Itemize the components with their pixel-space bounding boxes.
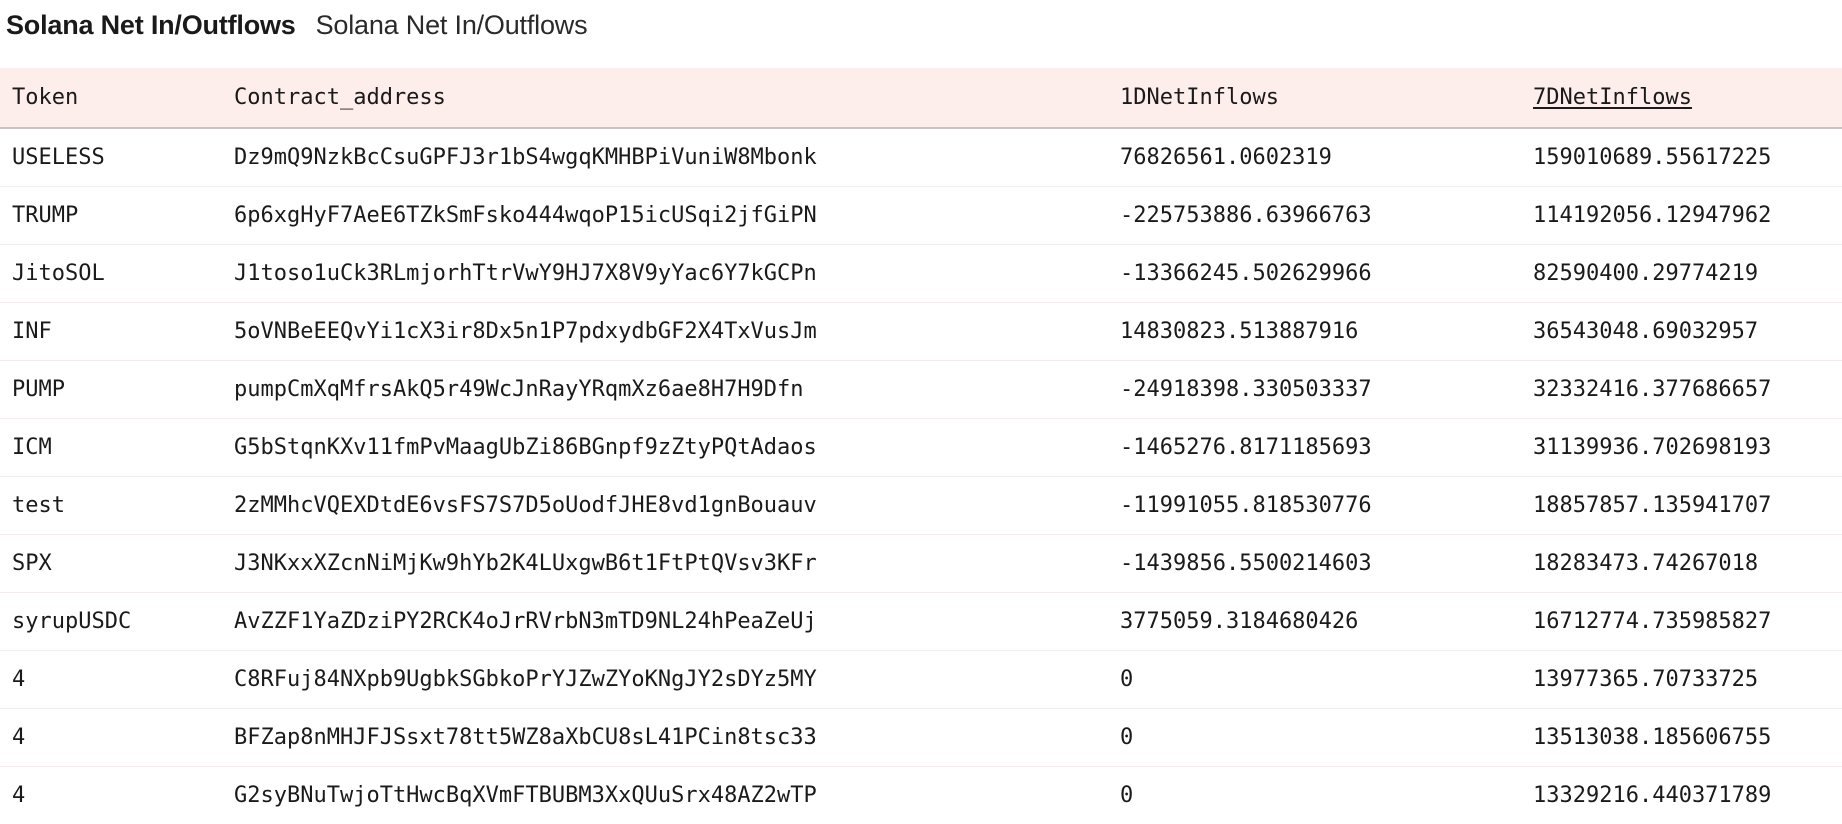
table-row: syrupUSDC AvZZF1YaZDziPY2RCK4oJrRVrbN3mT… bbox=[0, 592, 1842, 650]
cell-7d-net-inflows: 13329216.440371789 bbox=[1533, 782, 1772, 808]
column-header-7d-net-inflows[interactable]: 7DNetInflows bbox=[1521, 68, 1842, 129]
cell-token: JitoSOL bbox=[12, 260, 105, 286]
cell-1d-net-inflows: -24918398.330503337 bbox=[1120, 376, 1372, 402]
table-body: USELESS Dz9mQ9NzkBcCsuGPFJ3r1bS4wgqKMHBP… bbox=[0, 128, 1842, 824]
cell-contract-address: G5bStqnKXv11fmPvMaagUbZi86BGnpf9zZtyPQtA… bbox=[234, 434, 817, 460]
cell-7d-net-inflows: 16712774.735985827 bbox=[1533, 608, 1772, 634]
cell-1d-net-inflows: -11991055.818530776 bbox=[1120, 492, 1372, 518]
cell-1d-net-inflows: 0 bbox=[1120, 782, 1134, 808]
cell-contract-address: G2syBNuTwjoTtHwcBqXVmFTBUBM3XxQUuSrx48AZ… bbox=[234, 782, 817, 808]
table-row: SPX J3NKxxXZcnNiMjKw9hYb2K4LUxgwB6t1FtPt… bbox=[0, 534, 1842, 592]
cell-token: TRUMP bbox=[12, 202, 79, 228]
table-row: 4 G2syBNuTwjoTtHwcBqXVmFTBUBM3XxQUuSrx48… bbox=[0, 766, 1842, 824]
table-row: test 2zMMhcVQEXDtdE6vsFS7S7D5oUodfJHE8vd… bbox=[0, 476, 1842, 534]
table-row: USELESS Dz9mQ9NzkBcCsuGPFJ3r1bS4wgqKMHBP… bbox=[0, 128, 1842, 186]
cell-1d-net-inflows: -1439856.5500214603 bbox=[1120, 550, 1372, 576]
cell-7d-net-inflows: 36543048.69032957 bbox=[1533, 318, 1759, 344]
cell-7d-net-inflows: 18857857.135941707 bbox=[1533, 492, 1772, 518]
cell-token: PUMP bbox=[12, 376, 65, 402]
table-header-row: Token Contract_address 1DNetInflows 7DNe… bbox=[0, 68, 1842, 129]
cell-7d-net-inflows: 159010689.55617225 bbox=[1533, 144, 1772, 170]
table-row: TRUMP 6p6xgHyF7AeE6TZkSmFsko444wqoP15icU… bbox=[0, 186, 1842, 244]
cell-1d-net-inflows: -225753886.63966763 bbox=[1120, 202, 1372, 228]
table-row: PUMP pumpCmXqMfrsAkQ5r49WcJnRayYRqmXz6ae… bbox=[0, 360, 1842, 418]
cell-token: ICM bbox=[12, 434, 52, 460]
cell-1d-net-inflows: 76826561.0602319 bbox=[1120, 144, 1332, 170]
cell-1d-net-inflows: 14830823.513887916 bbox=[1120, 318, 1359, 344]
page-header: Solana Net In/Outflows Solana Net In/Out… bbox=[0, 0, 1842, 68]
cell-1d-net-inflows: -1465276.8171185693 bbox=[1120, 434, 1372, 460]
cell-contract-address: 6p6xgHyF7AeE6TZkSmFsko444wqoP15icUSqi2jf… bbox=[234, 202, 817, 228]
page-title: Solana Net In/Outflows bbox=[6, 10, 296, 40]
cell-7d-net-inflows: 13977365.70733725 bbox=[1533, 666, 1759, 692]
cell-contract-address: J1toso1uCk3RLmjorhTtrVwY9HJ7X8V9yYac6Y7k… bbox=[234, 260, 817, 286]
cell-token: SPX bbox=[12, 550, 52, 576]
cell-1d-net-inflows: 3775059.3184680426 bbox=[1120, 608, 1359, 634]
table-row: INF 5oVNBeEEQvYi1cX3ir8Dx5n1P7pdxydbGF2X… bbox=[0, 302, 1842, 360]
column-header-1d-net-inflows[interactable]: 1DNetInflows bbox=[1108, 68, 1521, 129]
cell-7d-net-inflows: 13513038.185606755 bbox=[1533, 724, 1772, 750]
table-row: ICM G5bStqnKXv11fmPvMaagUbZi86BGnpf9zZty… bbox=[0, 418, 1842, 476]
cell-contract-address: AvZZF1YaZDziPY2RCK4oJrRVrbN3mTD9NL24hPea… bbox=[234, 608, 817, 634]
cell-7d-net-inflows: 31139936.702698193 bbox=[1533, 434, 1772, 460]
cell-token: syrupUSDC bbox=[12, 608, 132, 634]
cell-contract-address: 2zMMhcVQEXDtdE6vsFS7S7D5oUodfJHE8vd1gnBo… bbox=[234, 492, 817, 518]
cell-token: INF bbox=[12, 318, 52, 344]
cell-7d-net-inflows: 82590400.29774219 bbox=[1533, 260, 1759, 286]
table-row: 4 C8RFuj84NXpb9UgbkSGbkoPrYJZwZYoKNgJY2s… bbox=[0, 650, 1842, 708]
cell-7d-net-inflows: 114192056.12947962 bbox=[1533, 202, 1772, 228]
cell-contract-address: J3NKxxXZcnNiMjKw9hYb2K4LUxgwB6t1FtPtQVsv… bbox=[234, 550, 817, 576]
cell-contract-address: Dz9mQ9NzkBcCsuGPFJ3r1bS4wgqKMHBPiVuniW8M… bbox=[234, 144, 817, 170]
cell-token: 4 bbox=[12, 782, 26, 808]
cell-token: 4 bbox=[12, 724, 26, 750]
cell-contract-address: BFZap8nMHJFJSsxt78tt5WZ8aXbCU8sL41PCin8t… bbox=[234, 724, 817, 750]
table-row: JitoSOL J1toso1uCk3RLmjorhTtrVwY9HJ7X8V9… bbox=[0, 244, 1842, 302]
cell-token: USELESS bbox=[12, 144, 105, 170]
cell-1d-net-inflows: -13366245.502629966 bbox=[1120, 260, 1372, 286]
table-row: 4 BFZap8nMHJFJSsxt78tt5WZ8aXbCU8sL41PCin… bbox=[0, 708, 1842, 766]
cell-token: test bbox=[12, 492, 65, 518]
cell-contract-address: 5oVNBeEEQvYi1cX3ir8Dx5n1P7pdxydbGF2X4TxV… bbox=[234, 318, 817, 344]
column-header-contract-address[interactable]: Contract_address bbox=[222, 68, 1108, 129]
data-table: Token Contract_address 1DNetInflows 7DNe… bbox=[0, 68, 1842, 824]
page-subtitle: Solana Net In/Outflows bbox=[315, 10, 588, 40]
cell-1d-net-inflows: 0 bbox=[1120, 666, 1134, 692]
cell-token: 4 bbox=[12, 666, 26, 692]
cell-7d-net-inflows: 18283473.74267018 bbox=[1533, 550, 1759, 576]
column-header-token[interactable]: Token bbox=[0, 68, 222, 129]
cell-1d-net-inflows: 0 bbox=[1120, 724, 1134, 750]
cell-contract-address: pumpCmXqMfrsAkQ5r49WcJnRayYRqmXz6ae8H7H9… bbox=[234, 376, 804, 402]
cell-contract-address: C8RFuj84NXpb9UgbkSGbkoPrYJZwZYoKNgJY2sDY… bbox=[234, 666, 817, 692]
cell-7d-net-inflows: 32332416.377686657 bbox=[1533, 376, 1772, 402]
